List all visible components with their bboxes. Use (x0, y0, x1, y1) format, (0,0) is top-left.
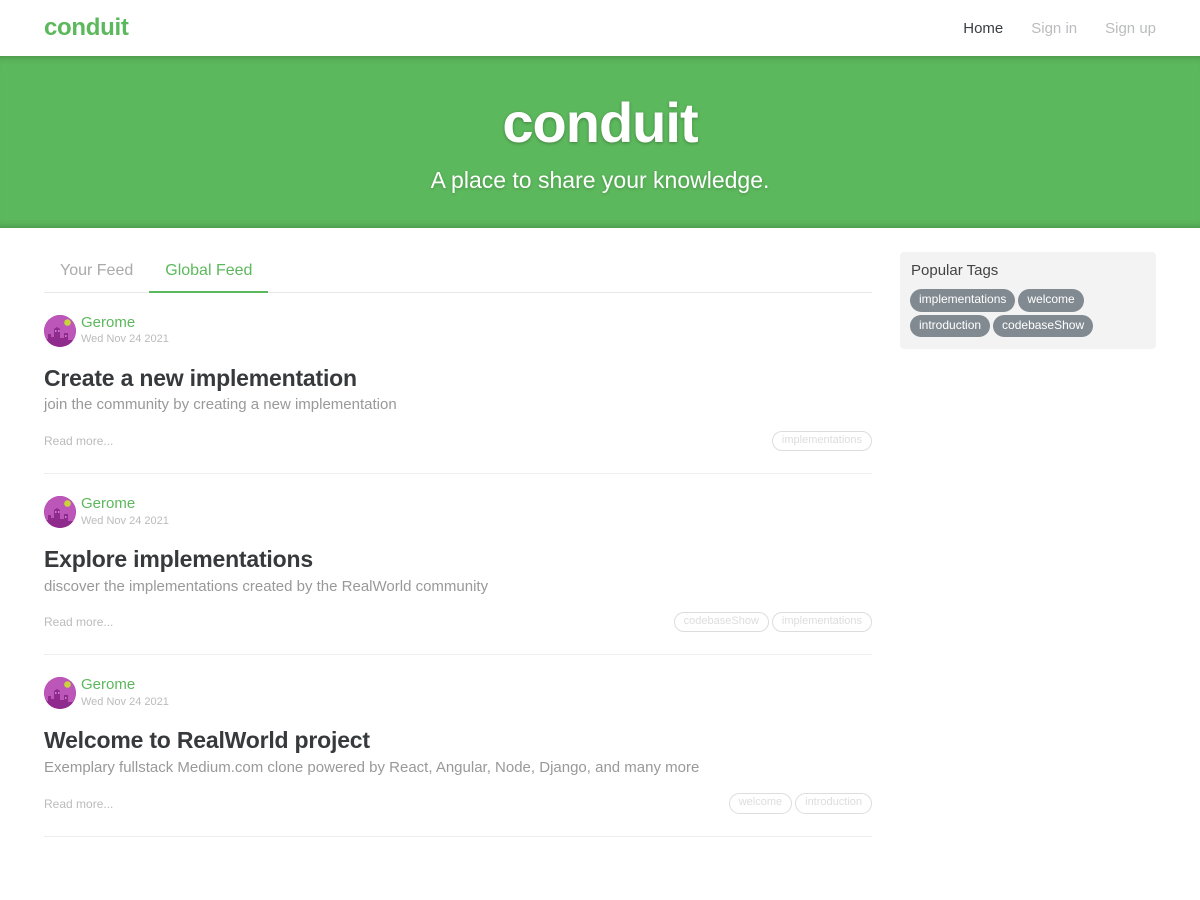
article-author[interactable]: Gerome (81, 496, 169, 513)
read-more-label: Read more... (44, 796, 114, 811)
article-title: Explore implementations (44, 546, 313, 573)
article-footer: Read more... codebaseShow implementation… (44, 612, 872, 633)
article-title: Welcome to RealWorld project (44, 727, 370, 754)
article-date: Wed Nov 24 2021 (81, 695, 169, 708)
avatar-image (44, 496, 76, 529)
article-author[interactable]: Gerome (81, 314, 169, 332)
article-tag-list: implementations (771, 430, 872, 452)
article-author[interactable]: Gerome (81, 677, 169, 694)
meta-info: Gerome Wed Nov 24 2021 (81, 677, 169, 708)
feed-tabs: Your Feed Global Feed (44, 252, 872, 293)
article-preview: Gerome Wed Nov 24 2021 Create a new impl… (44, 293, 872, 475)
popular-tag-welcome[interactable]: welcome (1018, 289, 1084, 312)
article-description: join the community by creating a new imp… (44, 396, 397, 414)
article-date: Wed Nov 24 2021 (81, 333, 169, 346)
article-description: discover the implementations created by … (44, 577, 489, 595)
sidebar-column: Popular Tags implementations welcome int… (872, 228, 1156, 837)
article-tag[interactable]: implementations (771, 612, 872, 633)
avatar-image (44, 677, 76, 710)
popular-tag-introduction[interactable]: introduction (910, 314, 991, 338)
article-footer: Read more... welcome introduction (44, 793, 872, 814)
tab-global-feed[interactable]: Global Feed (149, 252, 269, 293)
nav-link-home[interactable]: Home (949, 21, 1017, 36)
avatar[interactable] (44, 496, 76, 529)
article-title: Create a new implementation (44, 364, 357, 391)
popular-tag-codebaseshow[interactable]: codebaseShow (993, 314, 1094, 338)
feed-toggle: Your Feed Global Feed (44, 252, 872, 293)
article-link[interactable]: Welcome to RealWorld project Exemplary f… (44, 727, 872, 814)
article-preview: Gerome Wed Nov 24 2021 Explore implement… (44, 474, 872, 656)
article-tag-list: welcome introduction (728, 793, 872, 814)
banner-subtitle: A place to share your knowledge. (430, 166, 770, 193)
read-more-label: Read more... (44, 433, 114, 448)
page-container: Your Feed Global Feed Gerome Wed Nov 24 … (0, 228, 1200, 837)
article-date: Wed Nov 24 2021 (81, 514, 169, 527)
article-meta: Gerome Wed Nov 24 2021 (44, 314, 872, 347)
read-more-label: Read more... (44, 615, 114, 630)
article-tag[interactable]: codebaseShow (673, 612, 769, 633)
article-preview: Gerome Wed Nov 24 2021 Welcome to RealWo… (44, 655, 872, 837)
article-tag-list: codebaseShow implementations (673, 612, 872, 633)
popular-tags-panel: Popular Tags implementations welcome int… (900, 252, 1156, 350)
meta-info: Gerome Wed Nov 24 2021 (81, 314, 169, 346)
meta-info: Gerome Wed Nov 24 2021 (81, 496, 169, 527)
tab-your-feed[interactable]: Your Feed (44, 252, 149, 293)
article-tag[interactable]: introduction (795, 793, 872, 814)
nav-link-sign-in[interactable]: Sign in (1017, 21, 1091, 36)
article-meta: Gerome Wed Nov 24 2021 (44, 496, 872, 529)
feed-column: Your Feed Global Feed Gerome Wed Nov 24 … (44, 228, 872, 837)
article-link[interactable]: Explore implementations discover the imp… (44, 546, 872, 633)
article-description: Exemplary fullstack Medium.com clone pow… (44, 758, 700, 776)
brand-logo[interactable]: conduit (44, 16, 129, 40)
article-meta: Gerome Wed Nov 24 2021 (44, 677, 872, 710)
popular-tag-cloud: implementations welcome introduction cod… (910, 289, 1146, 338)
article-tag[interactable]: welcome (728, 793, 793, 814)
nav-link-sign-up[interactable]: Sign up (1091, 21, 1156, 36)
banner-title: conduit (502, 91, 698, 154)
popular-tag-implementations[interactable]: implementations (910, 289, 1016, 312)
hero-banner: conduit A place to share your knowledge. (0, 56, 1200, 228)
article-tag[interactable]: implementations (771, 430, 872, 452)
avatar-image (44, 314, 76, 347)
avatar[interactable] (44, 314, 76, 347)
avatar[interactable] (44, 677, 76, 710)
nav-links: Home Sign in Sign up (949, 21, 1156, 36)
popular-tags-title: Popular Tags (911, 262, 999, 279)
article-footer: Read more... implementations (44, 430, 872, 452)
top-navbar: conduit Home Sign in Sign up (0, 0, 1200, 56)
article-link[interactable]: Create a new implementation join the com… (44, 364, 872, 452)
